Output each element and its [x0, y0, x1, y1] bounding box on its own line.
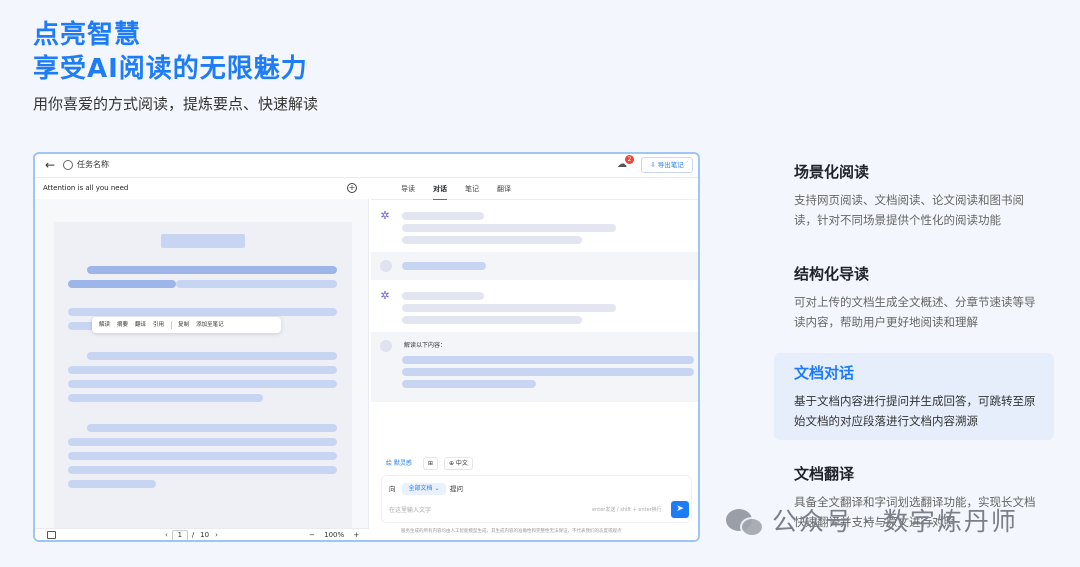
text-line — [68, 308, 337, 316]
text-line — [68, 380, 337, 388]
feature-title: 文档翻译 — [794, 465, 855, 483]
heading-placeholder — [161, 234, 245, 248]
toolbar-add-note[interactable]: 添加至笔记 — [196, 317, 224, 333]
zoom-controls: − 100% + — [309, 529, 359, 540]
toolbar-interpret[interactable]: 解读 — [99, 317, 110, 333]
next-page-button[interactable]: › — [215, 529, 218, 540]
tab-chat[interactable]: 对话 — [433, 184, 447, 200]
tab-notes[interactable]: 笔记 — [465, 184, 479, 194]
chip-row: 绘 默灵感 ⊞ ⊕ 中文 — [381, 457, 479, 470]
ask-prefix: 向 — [389, 485, 396, 493]
text-line — [68, 366, 337, 374]
ai-message-line — [402, 304, 616, 312]
zoom-in-button[interactable]: + — [353, 531, 359, 539]
zoom-out-button[interactable]: − — [309, 531, 315, 539]
ai-message-line — [402, 224, 616, 232]
ai-message-line — [402, 292, 484, 300]
assistant-pane: 导读 对话 笔记 翻译 ✲ ✲ 解读以下内容： 绘 默灵感 ⊞ ⊕ 中文 向 全… — [371, 178, 698, 540]
page-number-input[interactable]: 1 — [171, 530, 188, 540]
send-icon: ➤ — [676, 504, 684, 514]
feature-doc-chat[interactable]: 文档对话 基于文档内容进行提问并生成回答，可跳转至原始文档的对应段落进行文档内容… — [774, 353, 1054, 440]
feature-scene-reading[interactable]: 场景化阅读 支持网页阅读、文档阅读、论文阅读和图书阅读，针对不同场景提供个性化的… — [774, 150, 1054, 240]
user-avatar — [380, 340, 392, 352]
text-line — [68, 438, 337, 446]
user-message-line — [402, 262, 486, 270]
add-icon[interactable]: + — [347, 183, 357, 193]
hero-title: 点亮智慧 — [33, 20, 142, 50]
scope-select[interactable]: 全部文档 ⌄ — [402, 483, 446, 495]
hero-title-line2: 享受AI阅读的无限魅力 — [33, 54, 308, 84]
wechat-icon — [726, 505, 766, 539]
feature-title: 结构化导读 — [794, 265, 870, 283]
inspiration-chip[interactable]: 绘 默灵感 — [381, 457, 417, 470]
text-line — [68, 394, 263, 402]
zoom-level: 100% — [324, 531, 345, 539]
user-quote-message: 解读以下内容： — [371, 332, 698, 402]
pager: ‹ 1 / 10 › — [165, 529, 218, 540]
tab-bar: 导读 对话 笔记 翻译 — [371, 178, 698, 200]
text-line — [68, 452, 337, 460]
ai-message-line — [402, 212, 484, 220]
disclaimer: 服务生成的所有内容均由人工智能模型生成，其生成内容的准确性和完整性无法保证，不代… — [401, 529, 622, 534]
text-line — [68, 480, 156, 488]
chat-input-box: 向 全部文档 ⌄ 提问 在这里输入文字 enter发送 / shift + en… — [381, 475, 692, 523]
ai-avatar-icon: ✲ — [380, 209, 390, 222]
quote-line — [402, 368, 694, 376]
language-chip[interactable]: ⊕ 中文 — [443, 457, 473, 470]
app-window: ← 任务名称 ☁ 2 ⇩ 导出笔记 Attention is all you n… — [33, 152, 700, 542]
app-header: ← 任务名称 ☁ 2 ⇩ 导出笔记 — [35, 154, 698, 178]
feature-title: 场景化阅读 — [794, 163, 870, 181]
prev-page-button[interactable]: ‹ — [165, 529, 168, 540]
toolbar-divider — [171, 321, 173, 329]
arrow-left-icon[interactable]: ← — [45, 157, 59, 173]
feature-desc: 支持网页阅读、文档阅读、论文阅读和图书阅读，针对不同场景提供个性化的阅读功能 — [794, 193, 1024, 227]
quote-line — [402, 380, 536, 388]
feature-desc: 可对上传的文档生成全文概述、分章节速读等导读内容，帮助用户更好地阅读和理解 — [794, 295, 1036, 329]
ai-message-line — [402, 316, 582, 324]
text-line — [176, 280, 337, 288]
document-pane: Attention is all you need + 解读 摘要 翻译 引用 — [35, 178, 369, 528]
toolbar-summary[interactable]: 摘要 — [117, 317, 128, 333]
quote-prompt: 解读以下内容： — [404, 342, 447, 349]
text-line — [87, 352, 337, 360]
selection-toolbar: 解读 摘要 翻译 引用 复制 添加至笔记 — [92, 317, 281, 333]
feature-desc: 基于文档内容进行提问并生成回答，可跳转至原始文档的对应段落进行文档内容溯源 — [794, 394, 1036, 428]
toolbar-copy[interactable]: 复制 — [178, 317, 189, 333]
page-separator: / — [191, 531, 195, 539]
total-pages: 10 — [200, 531, 210, 539]
toolbar-quote[interactable]: 引用 — [153, 317, 164, 333]
task-name: 任务名称 — [77, 160, 109, 169]
notification-badge: 2 — [625, 155, 634, 164]
export-notes-button[interactable]: ⇩ 导出笔记 — [641, 157, 693, 173]
ai-message-line — [402, 236, 582, 244]
hero-subtitle: 用你喜爱的方式阅读，提炼要点、快速解读 — [33, 95, 319, 113]
quote-line — [402, 356, 694, 364]
feature-title: 文档对话 — [794, 364, 855, 382]
watermark: 公众号 · 数字炼丹师 — [726, 505, 1018, 539]
text-line — [87, 424, 337, 432]
ask-suffix: 提问 — [450, 485, 463, 493]
text-line — [68, 466, 337, 474]
export-label: 导出笔记 — [657, 161, 684, 169]
watermark-text: 公众号 · 数字炼丹师 — [772, 507, 1018, 536]
expand-chip[interactable]: ⊞ — [422, 457, 438, 470]
ai-avatar-icon: ✲ — [380, 289, 390, 302]
send-button[interactable]: ➤ — [671, 501, 689, 518]
text-line — [87, 266, 337, 274]
text-line — [68, 280, 176, 288]
user-avatar — [380, 260, 392, 272]
document-title: Attention is all you need — [43, 184, 129, 192]
globe-icon — [63, 160, 73, 170]
toolbar-translate[interactable]: 翻译 — [135, 317, 146, 333]
tab-translate[interactable]: 翻译 — [497, 184, 511, 194]
user-message — [371, 252, 698, 280]
document-page[interactable] — [54, 222, 352, 528]
sidebar-toggle-icon[interactable] — [47, 531, 56, 539]
input-hint: enter发送 / shift + enter换行 — [592, 507, 662, 513]
feature-structured-guide[interactable]: 结构化导读 可对上传的文档生成全文概述、分章节速读等导读内容，帮助用户更好地阅读… — [774, 252, 1054, 342]
document-header: Attention is all you need + — [35, 178, 369, 199]
document-footer: ‹ 1 / 10 › − 100% + — [35, 528, 369, 540]
tab-guide[interactable]: 导读 — [401, 184, 415, 194]
chat-input[interactable]: 在这里输入文字 — [389, 506, 431, 515]
